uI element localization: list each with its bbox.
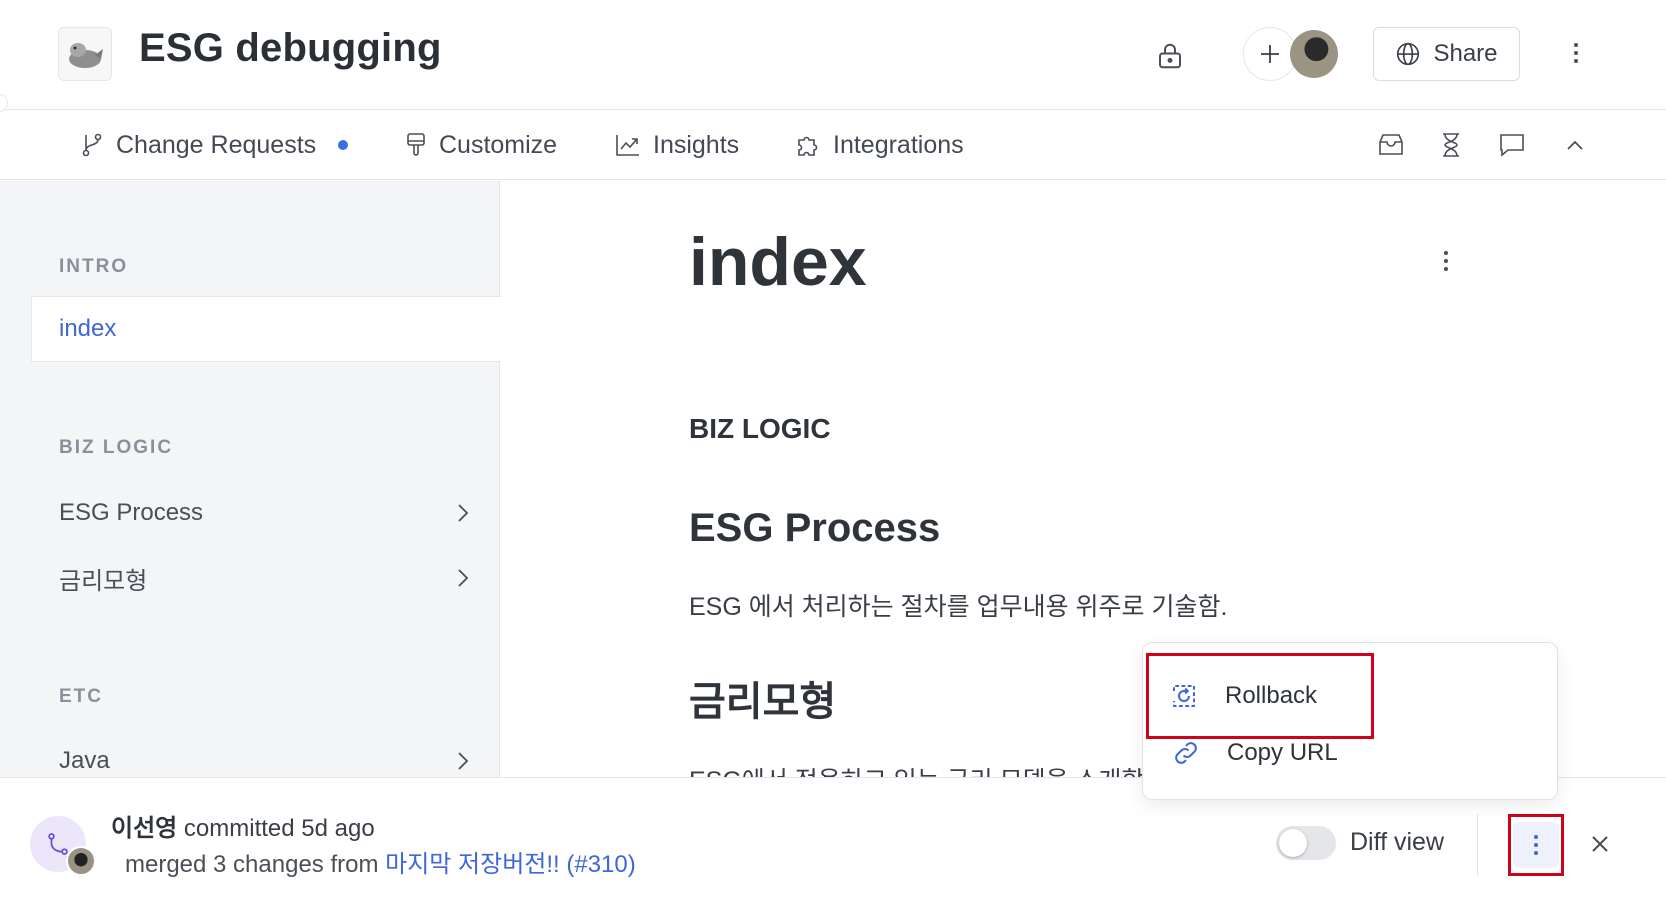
tab-customize[interactable]: Customize bbox=[405, 110, 557, 180]
section-heading: BIZ LOGIC bbox=[689, 413, 831, 444]
chart-icon bbox=[616, 135, 639, 156]
esg-process-text: ESG 에서 처리하는 절차를 업무내용 위주로 기술함. bbox=[689, 593, 1228, 621]
author-avatar bbox=[66, 846, 96, 876]
page-actions-button[interactable] bbox=[1426, 241, 1466, 281]
rollback-icon bbox=[1173, 685, 1195, 707]
divider bbox=[1477, 814, 1478, 876]
user-avatar[interactable] bbox=[1290, 30, 1338, 78]
add-member-button[interactable] bbox=[1243, 27, 1297, 81]
chevron-right-icon[interactable] bbox=[457, 751, 469, 771]
puzzle-icon bbox=[798, 136, 818, 156]
sidebar-section-label: BIZ LOGIC bbox=[59, 437, 174, 458]
tab-insights[interactable]: Insights bbox=[615, 110, 739, 180]
chevron-right-icon[interactable] bbox=[457, 503, 469, 523]
rate-model-heading: 금리모형 bbox=[689, 680, 837, 724]
sidebar-item-esg-process[interactable]: ESG Process bbox=[59, 488, 469, 538]
copy-url-menu-item[interactable]: Copy URL bbox=[1151, 721, 1551, 785]
tab-label: Integrations bbox=[833, 130, 964, 159]
sidebar-item-label: 금리모형 bbox=[59, 567, 148, 595]
menu-item-label: Rollback bbox=[1225, 682, 1318, 709]
inbox-icon[interactable] bbox=[1371, 125, 1411, 165]
hourglass-icon[interactable] bbox=[1431, 125, 1471, 165]
sidebar: INTRO index BIZ LOGIC ESG Process 금리모형 E… bbox=[0, 181, 501, 781]
diff-view-toggle[interactable] bbox=[1276, 826, 1336, 860]
sidebar-item-rate-model[interactable]: 금리모형 bbox=[59, 553, 469, 603]
branch-icon bbox=[82, 133, 102, 157]
commit-more-button[interactable] bbox=[1508, 814, 1564, 876]
notification-dot bbox=[338, 140, 349, 150]
sidebar-section-label: ETC bbox=[59, 686, 103, 707]
vertical-ellipsis-icon bbox=[1444, 251, 1448, 271]
more-options-button[interactable] bbox=[1556, 33, 1596, 73]
sidebar-item-label: index bbox=[59, 315, 117, 342]
close-icon bbox=[1592, 836, 1608, 852]
tab-label: Customize bbox=[439, 130, 558, 159]
commit-time: committed 5d ago bbox=[177, 815, 375, 842]
tab-label: Change Requests bbox=[116, 130, 317, 159]
menu-item-label: Copy URL bbox=[1227, 739, 1338, 766]
sidebar-item-index[interactable]: index bbox=[31, 296, 501, 362]
chevron-up-icon[interactable] bbox=[1555, 125, 1595, 165]
merged-text: merged 3 changes from bbox=[125, 851, 386, 878]
share-button[interactable]: Share bbox=[1373, 27, 1520, 81]
sidebar-item-label: ESG Process bbox=[59, 499, 204, 526]
link-icon bbox=[1175, 742, 1197, 764]
lock-icon[interactable] bbox=[1150, 36, 1190, 76]
tab-label: Insights bbox=[653, 130, 740, 159]
space-title: ESG debugging bbox=[139, 26, 442, 70]
plus-icon bbox=[1261, 45, 1279, 63]
sidebar-item-label: Java bbox=[59, 747, 110, 774]
diff-view-label: Diff view bbox=[1350, 828, 1445, 856]
commit-detail: merged 3 changes from 마지막 저장버전!! (#310) bbox=[125, 844, 636, 879]
commit-actions-menu: Rollback Copy URL bbox=[1142, 642, 1558, 800]
commit-author: 이선영 bbox=[111, 815, 178, 842]
sidebar-section-label: INTRO bbox=[59, 256, 129, 277]
change-request-link[interactable]: 마지막 저장버전!! (#310) bbox=[385, 851, 636, 878]
tab-integrations[interactable]: Integrations bbox=[795, 110, 964, 180]
space-logo[interactable] bbox=[58, 27, 112, 81]
space-tabs: Change Requests Customize Insights Integ… bbox=[0, 110, 1666, 180]
seal-logo-icon bbox=[69, 43, 103, 68]
esg-process-heading: ESG Process bbox=[689, 506, 941, 550]
page-title: index bbox=[689, 224, 867, 300]
close-button[interactable] bbox=[1580, 824, 1620, 864]
share-label: Share bbox=[1433, 40, 1498, 67]
comment-icon[interactable] bbox=[1492, 125, 1532, 165]
commit-summary: 이선영 committed 5d ago bbox=[111, 808, 375, 843]
paintbrush-icon bbox=[407, 133, 425, 156]
header-bar: ESG debugging Share bbox=[0, 0, 1666, 110]
vertical-ellipsis-icon bbox=[1574, 43, 1578, 63]
chevron-right-icon[interactable] bbox=[457, 568, 469, 588]
tab-change-requests[interactable]: Change Requests bbox=[80, 110, 349, 180]
globe-icon bbox=[1397, 42, 1420, 66]
vertical-ellipsis-icon bbox=[1534, 835, 1538, 855]
